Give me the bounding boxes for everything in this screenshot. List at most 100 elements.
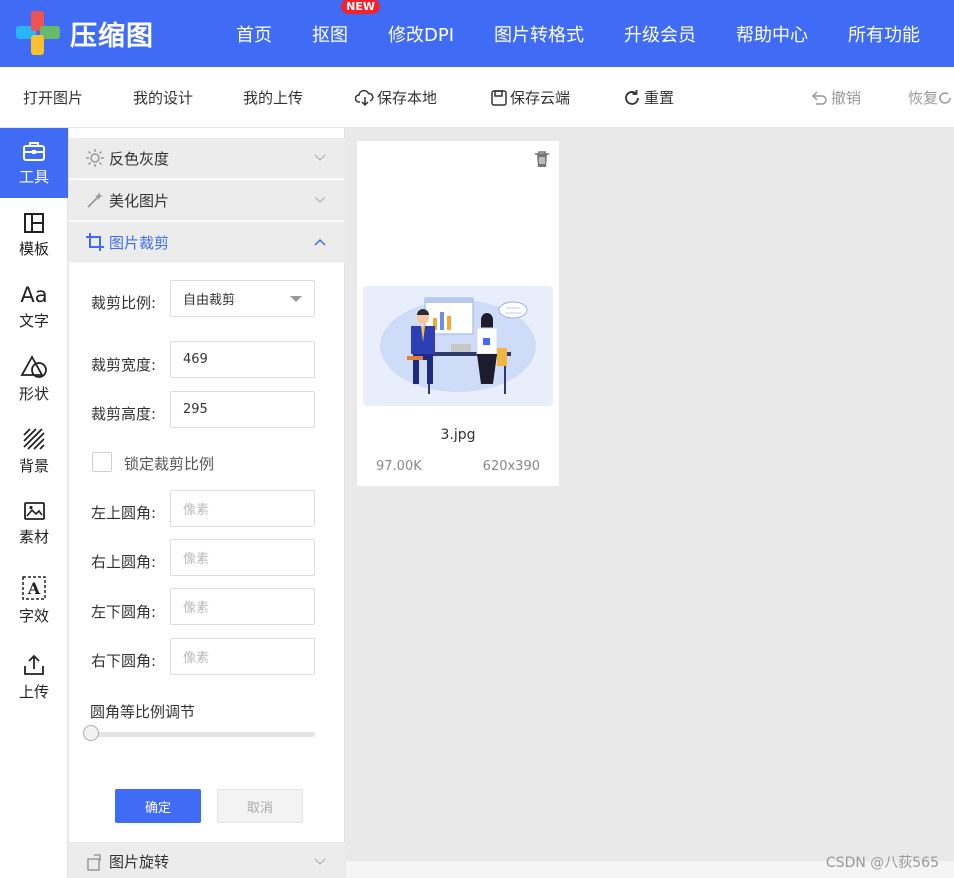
svg-text:A: A: [27, 579, 41, 598]
nav-convert-format[interactable]: 图片转格式: [494, 21, 584, 47]
section-beautify[interactable]: 美化图片: [69, 180, 345, 221]
corner-slider-thumb[interactable]: [83, 725, 99, 741]
shape-icon: [20, 354, 47, 378]
crop-icon: [86, 233, 104, 251]
section-rotate[interactable]: 图片旋转: [69, 842, 345, 878]
cloud-download-icon: [355, 89, 374, 106]
confirm-button[interactable]: 确定: [115, 789, 201, 823]
open-image-button[interactable]: 打开图片: [23, 87, 83, 108]
rail-label-background: 背景: [18, 456, 49, 475]
rail-label-materials: 素材: [18, 527, 49, 546]
crop-height-input[interactable]: 295: [170, 391, 315, 428]
corner-slider-label: 圆角等比例调节: [90, 703, 196, 721]
rail-item-shapes[interactable]: 形状: [0, 344, 68, 414]
redo-icon: [939, 91, 951, 104]
crop-width-label: 裁剪宽度:: [91, 356, 157, 374]
top-left-radius-label: 左上圆角:: [91, 504, 157, 522]
logo-text: 压缩图: [70, 20, 154, 52]
bottom-right-radius-input[interactable]: 像素: [170, 638, 315, 675]
crop-height-label: 裁剪高度:: [91, 405, 157, 423]
section-beautify-label: 美化图片: [109, 191, 170, 210]
section-rotate-label: 图片旋转: [109, 853, 170, 871]
bottom-left-radius-label: 左下圆角:: [91, 603, 157, 621]
rail-label-text: 文字: [18, 311, 49, 330]
my-uploads-button[interactable]: 我的上传: [243, 87, 303, 108]
image-thumbnail[interactable]: [363, 286, 553, 406]
rail-item-upload[interactable]: 上传: [0, 642, 68, 712]
tool-rail: 工具 模板 Aa 文字 形状 背景 素材 A 字效 上传: [0, 128, 68, 878]
new-badge: NEW: [341, 0, 380, 14]
save-cloud-label: 保存云端: [510, 89, 571, 107]
rail-item-text[interactable]: Aa 文字: [0, 272, 68, 342]
rail-item-text-effects[interactable]: A 字效: [0, 560, 68, 640]
redo-button[interactable]: 恢复: [908, 87, 954, 108]
background-icon: [23, 427, 45, 450]
undo-label: 撤销: [831, 89, 862, 107]
nav-cutout[interactable]: 抠图 NEW: [312, 0, 380, 47]
cancel-button[interactable]: 取消: [217, 789, 303, 823]
rotate-icon: [87, 853, 101, 871]
magic-wand-icon: [87, 192, 103, 208]
top-left-radius-input[interactable]: 像素: [170, 490, 315, 527]
nav-cutout-label: 抠图: [312, 24, 348, 46]
nav-change-dpi[interactable]: 修改DPI: [388, 21, 454, 47]
nav-upgrade-vip[interactable]: 升级会员: [624, 21, 696, 47]
my-designs-button[interactable]: 我的设计: [133, 87, 193, 108]
nav-all-features[interactable]: 所有功能: [848, 21, 920, 47]
save-cloud-button[interactable]: 保存云端: [490, 87, 570, 108]
save-local-button[interactable]: 保存本地: [355, 87, 437, 108]
reset-label: 重置: [644, 89, 675, 107]
chevron-down-icon: [314, 196, 326, 204]
section-invert-gray-label: 反色灰度: [109, 149, 170, 168]
rail-label-shapes: 形状: [18, 384, 49, 403]
text-effect-icon: A: [22, 575, 46, 600]
image-material-icon: [24, 501, 45, 520]
rail-item-tools[interactable]: 工具: [0, 128, 68, 198]
crop-ratio-label: 裁剪比例:: [91, 294, 157, 312]
top-right-radius-label: 右上圆角:: [91, 553, 157, 571]
crop-ratio-select[interactable]: 自由裁剪: [170, 280, 315, 317]
upload-icon: [24, 654, 44, 675]
toolbox-icon: [23, 141, 45, 161]
section-crop[interactable]: 图片裁剪: [69, 222, 345, 263]
file-name: 3.jpg: [440, 427, 476, 443]
logo-cross-icon: [16, 11, 60, 55]
rail-item-background[interactable]: 背景: [0, 416, 68, 486]
nav-help-center[interactable]: 帮助中心: [736, 21, 808, 47]
bottom-left-radius-input[interactable]: 像素: [170, 588, 315, 625]
rail-label-upload: 上传: [18, 682, 49, 701]
top-right-radius-input[interactable]: 像素: [170, 539, 315, 576]
editor-toolbar: 打开图片 我的设计 我的上传 保存本地 保存云端 重置 撤销 恢复: [0, 67, 954, 128]
bottom-right-radius-label: 右下圆角:: [91, 652, 157, 670]
section-invert-gray[interactable]: 反色灰度: [69, 138, 345, 179]
chevron-up-icon: [314, 238, 326, 246]
logo[interactable]: 压缩图: [16, 11, 166, 55]
image-card[interactable]: 3.jpg 97.00K 620x390: [357, 141, 559, 486]
save-local-label: 保存本地: [377, 89, 438, 107]
file-dimensions: 620x390: [482, 459, 540, 474]
sun-gear-icon: [86, 149, 104, 167]
trash-icon[interactable]: [534, 150, 550, 168]
watermark: CSDN @八荻565: [825, 855, 939, 871]
crop-ratio-value: 自由裁剪: [183, 293, 236, 308]
rail-label-text-effects: 字效: [18, 606, 49, 625]
chevron-down-icon: [314, 154, 326, 162]
rail-item-materials[interactable]: 素材: [0, 488, 68, 558]
nav-home[interactable]: 首页: [236, 21, 272, 47]
corner-slider-track[interactable]: [89, 732, 315, 737]
save-disk-icon: [491, 89, 507, 106]
rail-label-templates: 模板: [18, 239, 49, 258]
crop-width-input[interactable]: 469: [170, 341, 315, 378]
undo-button[interactable]: 撤销: [809, 87, 861, 108]
chevron-down-icon: [314, 858, 326, 866]
business-illustration: [363, 286, 553, 406]
template-icon: [24, 212, 44, 233]
section-crop-label: 图片裁剪: [109, 233, 170, 252]
file-size: 97.00K: [376, 459, 422, 474]
top-navigation-bar: 压缩图 首页 抠图 NEW 修改DPI 图片转格式 升级会员 帮助中心 所有功能: [0, 0, 954, 67]
text-icon: Aa: [20, 282, 48, 307]
lock-ratio-checkbox[interactable]: [92, 452, 112, 472]
lock-ratio-label[interactable]: 锁定裁剪比例: [124, 453, 214, 474]
reset-button[interactable]: 重置: [622, 87, 674, 108]
rail-item-templates[interactable]: 模板: [0, 200, 68, 270]
